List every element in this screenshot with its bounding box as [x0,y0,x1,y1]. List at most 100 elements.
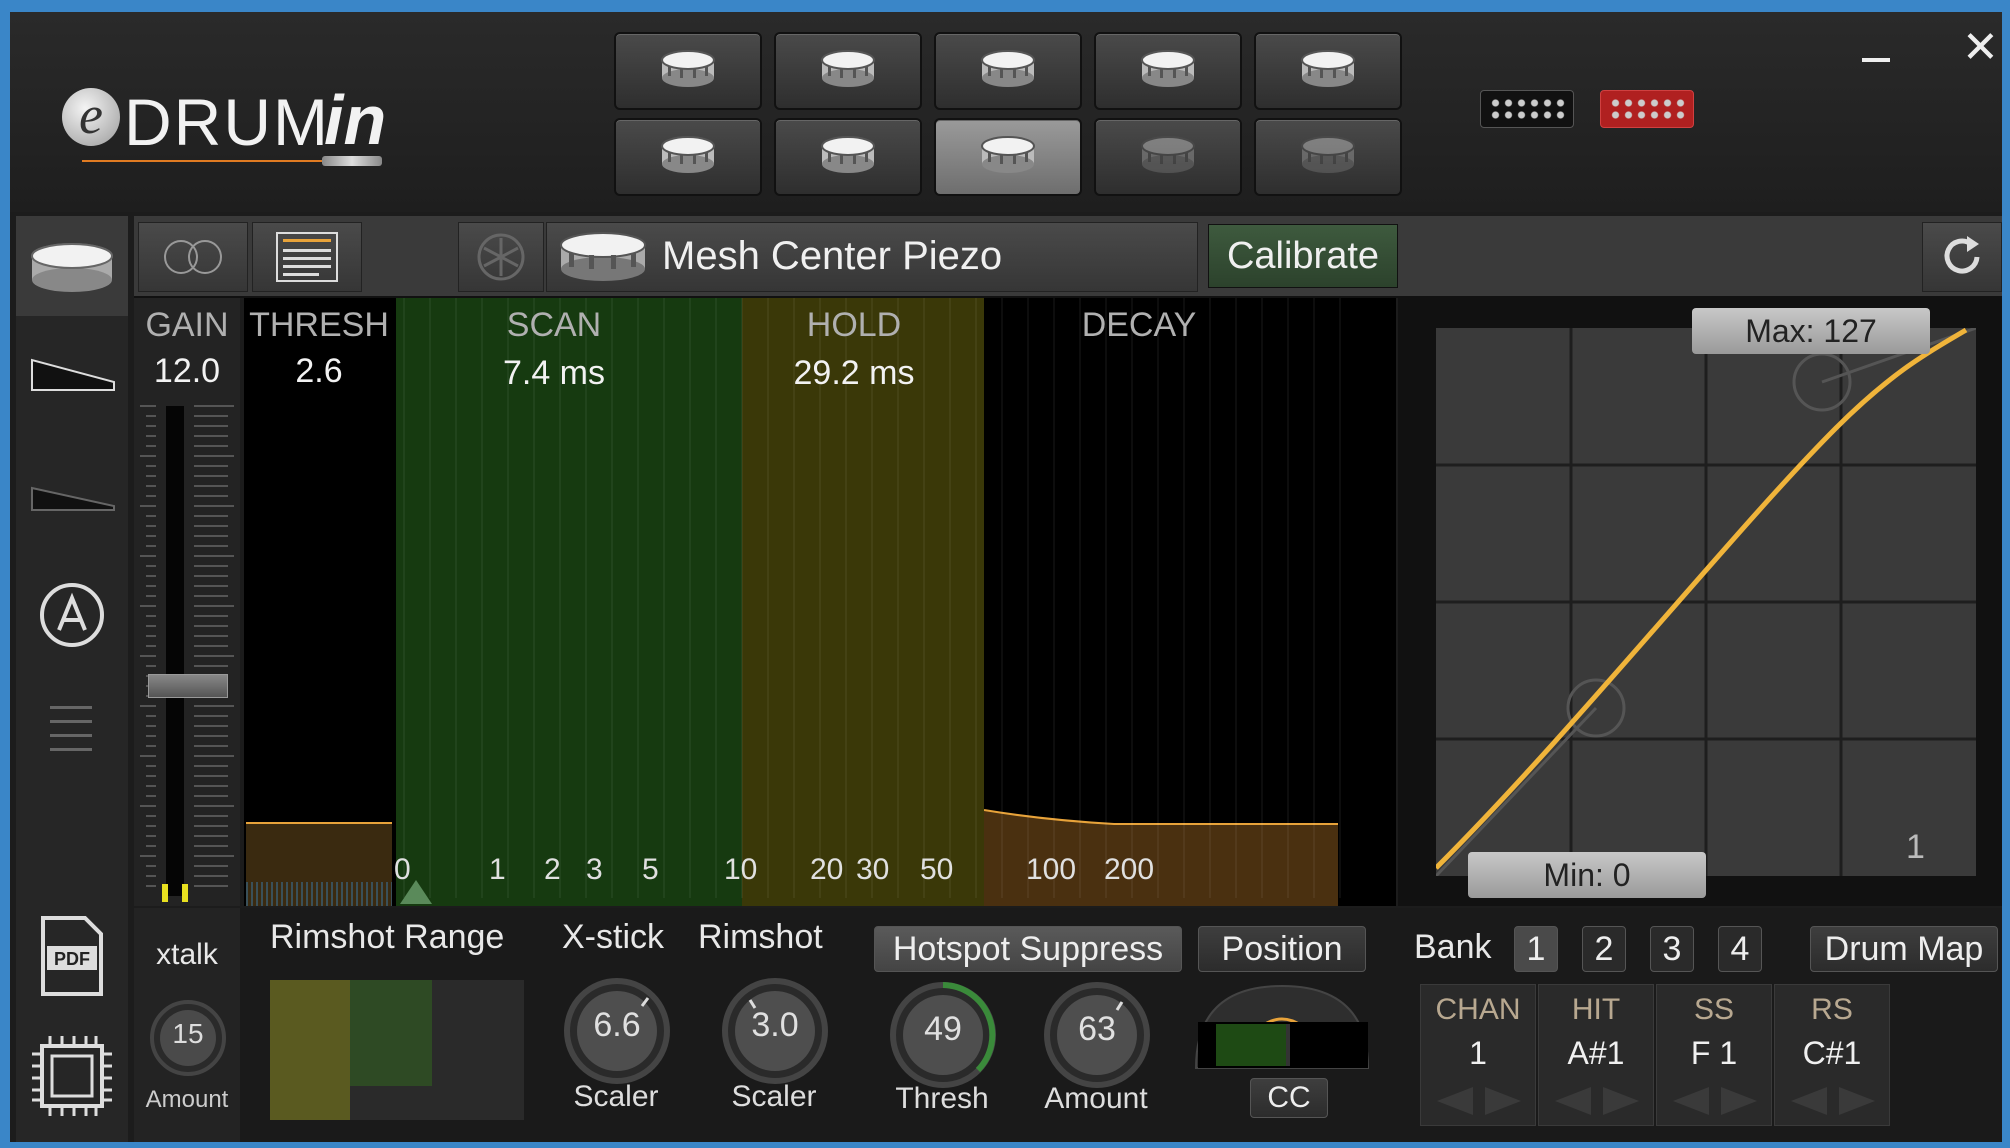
bank-button-3[interactable]: 3 [1650,926,1694,972]
time-tick-5: 5 [642,853,659,886]
time-tick-20: 20 [810,853,844,886]
midi-arrows[interactable] [1665,1083,1765,1119]
pad-button-8[interactable] [934,118,1082,196]
close-button[interactable]: ✕ [1962,26,2000,70]
sidebar-item-list[interactable] [16,686,128,786]
wedge-soft-icon [31,486,115,511]
minimize-button[interactable] [1862,42,1892,62]
sidebar-item-curve-linear[interactable] [16,326,128,426]
gain-strip: GAIN 12.0 [134,298,240,906]
sidebar-item-curve-soft[interactable] [16,446,128,546]
pad-button-7[interactable] [774,118,922,196]
app-window: e DRUM in ✕ PDF Mesh Center Piezo Calibr… [10,12,2002,1142]
drum-icon [1141,136,1195,173]
calibrate-button[interactable]: Calibrate [1208,224,1398,288]
rimshot-range-low[interactable] [270,980,350,1120]
gain-scale [140,405,234,887]
curve-grid[interactable] [1434,326,1977,878]
sidebar-item-auto[interactable] [16,566,128,666]
midi-arrows[interactable] [1783,1083,1883,1119]
position-cc-button[interactable]: CC [1250,1078,1328,1118]
curve-plot [1434,326,1977,878]
hotspot-amount-value: 63 [1078,1010,1116,1048]
xtalk-caption: Amount [145,1086,229,1113]
logo-drum-text: DRUM [124,85,330,159]
time-tick-0: 0 [394,853,411,886]
yamaha-button[interactable] [458,222,544,292]
sidebar-item-pad[interactable] [16,216,128,316]
midi-value: A#1 [1567,1035,1625,1071]
refresh-button[interactable] [1922,222,2002,292]
xstick-value: 6.6 [593,1006,641,1044]
right-arrow-icon [1839,1087,1875,1115]
midi-arrows[interactable] [1429,1083,1529,1119]
pad-button-10[interactable] [1254,118,1402,196]
gain-value: 12.0 [153,352,221,390]
hotspot-amount-knob[interactable]: 63 [1042,980,1152,1090]
pad-button-2[interactable] [774,32,922,110]
hold-value: 29.2 ms [793,354,915,392]
sidebar-item-pdf[interactable]: PDF [16,906,128,1006]
pad-button-5[interactable] [1254,32,1402,110]
midi-arrows[interactable] [1547,1083,1647,1119]
gain-label: GAIN [145,306,229,344]
rimshot-value: 3.0 [751,1006,799,1044]
gain-slider-handle[interactable] [148,673,228,698]
velocity-graph: THRESH 2.6 SCAN 7.4 ms HOLD 29.2 ms DECA… [244,298,1396,906]
midi-title: SS [1693,993,1735,1026]
connector-icon-black[interactable] [1480,90,1574,128]
pad-button-9[interactable] [1094,118,1242,196]
xstick-label: X-stick [562,918,664,956]
drum-map-button[interactable]: Drum Map [1810,926,1998,972]
position-meter[interactable] [1192,982,1372,1072]
max-velocity-label[interactable]: Max: 127 [1692,308,1930,354]
hotspot-thresh-knob[interactable]: 49 [888,980,998,1090]
time-tick-30: 30 [856,853,890,886]
svg-text:PDF: PDF [54,949,90,969]
pad-button-6[interactable] [614,118,762,196]
pdf-icon: PDF [41,916,103,996]
hotspot-suppress-button[interactable]: Hotspot Suppress [874,926,1182,972]
midi-title: CHAN [1435,993,1521,1026]
left-arrow-icon [1437,1087,1473,1115]
min-velocity-label[interactable]: Min: 0 [1468,852,1706,898]
hold-label: HOLD [806,306,902,344]
xtalk-knob[interactable]: 15 [148,998,228,1078]
rimshot-knob[interactable]: 3.0 [720,976,830,1086]
bank-button-4[interactable]: 4 [1718,926,1762,972]
list-view-button[interactable] [252,222,362,292]
drum-icon [1141,50,1195,87]
drum-icon [1301,136,1355,173]
midi-box-rs: RS C#1 [1774,984,1890,1126]
midi-value: C#1 [1802,1035,1862,1071]
connector-icon-red[interactable] [1600,90,1694,128]
midi-box-hit: HIT A#1 [1538,984,1654,1126]
list-icon [50,706,92,751]
pad-button-3[interactable] [934,32,1082,110]
left-arrow-icon [1673,1087,1709,1115]
gain-slider-track[interactable] [166,406,184,896]
rimshot-range-high[interactable] [350,980,432,1086]
right-arrow-icon [1721,1087,1757,1115]
xstick-knob[interactable]: 6.6 [562,976,672,1086]
midi-box-chan: CHAN 1 [1420,984,1536,1126]
logo-in-text: in [324,81,387,159]
pad-button-1[interactable] [614,32,762,110]
bank-button-2[interactable]: 2 [1582,926,1626,972]
curve-number: 1 [1906,828,1925,866]
pad-button-4[interactable] [1094,32,1242,110]
rimshot-range-editor[interactable] [270,980,524,1120]
bank-button-1[interactable]: 1 [1514,926,1558,972]
sidebar-item-chip[interactable] [16,1026,128,1126]
drum-icon [661,50,715,87]
time-tick-2: 2 [544,853,561,886]
bottom-panel: xtalk 15 Amount Rimshot Range X-stick 6.… [134,908,2002,1142]
drum-icon [1301,50,1355,87]
velocity-curve-panel: Max: 127 Min: 0 1 [1398,298,2002,906]
gain-meter-right [182,884,188,902]
time-tick-50: 50 [920,853,954,886]
dual-zone-button[interactable] [138,222,248,292]
decay-label: DECAY [1081,306,1197,344]
position-button[interactable]: Position [1198,926,1366,972]
rimshot-range-label: Rimshot Range [270,918,505,956]
